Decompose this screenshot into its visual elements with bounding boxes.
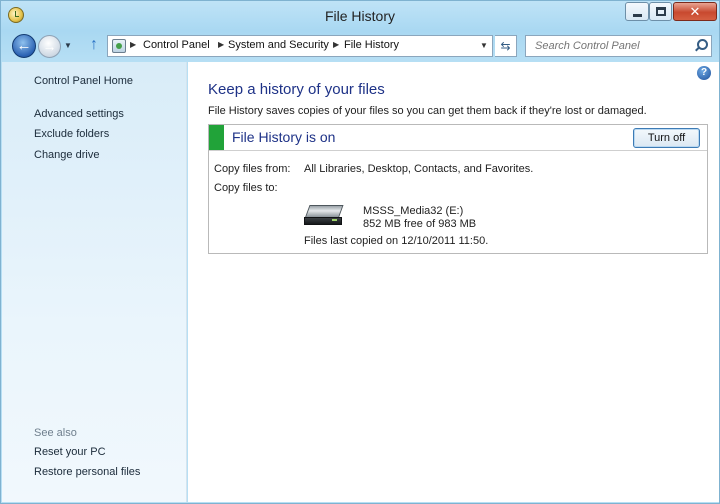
copy-to-label: Copy files to: — [214, 182, 278, 194]
forward-button[interactable]: → — [38, 35, 61, 58]
maximize-icon — [656, 7, 666, 16]
search-icon[interactable] — [692, 38, 708, 54]
search-input[interactable] — [526, 36, 686, 56]
navigation-bar: ← → ▼ ↑ ▶ Control Panel ▶ System and Sec… — [1, 32, 719, 60]
address-bar[interactable]: ▶ Control Panel ▶ System and Security ▶ … — [107, 35, 493, 57]
sidebar-link-restore-files[interactable]: Restore personal files — [34, 466, 140, 478]
page-heading: Keep a history of your files — [208, 81, 385, 98]
drive-name: MSSS_Media32 (E:) — [363, 205, 464, 217]
sidebar-link-exclude-folders[interactable]: Exclude folders — [34, 128, 109, 140]
up-button[interactable]: ↑ — [87, 36, 101, 54]
help-icon[interactable]: ? — [697, 66, 711, 80]
close-button[interactable]: ✕ — [673, 2, 717, 21]
drive-free-space: 852 MB free of 983 MB — [363, 218, 477, 230]
see-also-label: See also — [34, 427, 77, 439]
drive-icon — [304, 205, 344, 227]
close-icon: ✕ — [689, 4, 701, 19]
address-dropdown-icon[interactable]: ▼ — [480, 41, 488, 50]
maximize-button[interactable] — [649, 2, 672, 21]
sidebar-link-reset-pc[interactable]: Reset your PC — [34, 446, 106, 458]
status-indicator — [209, 125, 224, 150]
breadcrumb-file-history[interactable]: File History — [344, 39, 399, 51]
turn-off-button[interactable]: Turn off — [633, 128, 700, 148]
sidebar-link-control-panel-home[interactable]: Control Panel Home — [34, 75, 133, 87]
control-panel-icon — [112, 39, 126, 53]
window-title: File History — [324, 8, 395, 24]
minimize-button[interactable] — [625, 2, 649, 21]
breadcrumb-control-panel[interactable]: Control Panel — [143, 39, 210, 51]
sidebar: Control Panel Home Advanced settings Exc… — [2, 62, 187, 502]
refresh-button[interactable]: ⇆ — [495, 35, 517, 57]
recent-locations-dropdown[interactable]: ▼ — [64, 41, 72, 50]
search-box[interactable] — [525, 35, 712, 57]
sidebar-link-change-drive[interactable]: Change drive — [34, 149, 99, 161]
copy-from-value: All Libraries, Desktop, Contacts, and Fa… — [304, 163, 534, 175]
sidebar-link-advanced-settings[interactable]: Advanced settings — [34, 108, 124, 120]
last-copied-text: Files last copied on 12/10/2011 11:50. — [304, 235, 489, 247]
file-history-status-panel: File History is on Turn off Copy files f… — [208, 124, 708, 254]
status-header: File History is on Turn off — [209, 125, 707, 151]
refresh-icon: ⇆ — [500, 39, 511, 53]
copy-from-label: Copy files from: — [214, 163, 291, 175]
breadcrumb-separator-icon[interactable]: ▶ — [130, 40, 136, 49]
back-button[interactable]: ← — [12, 34, 36, 58]
page-description: File History saves copies of your files … — [208, 105, 647, 117]
main-content: ? Keep a history of your files File Hist… — [188, 62, 719, 502]
minimize-icon — [633, 14, 642, 17]
title-bar[interactable]: File History ✕ — [1, 1, 719, 31]
breadcrumb-separator-icon[interactable]: ▶ — [333, 40, 339, 49]
breadcrumb-system-security[interactable]: System and Security — [228, 39, 329, 51]
status-title: File History is on — [232, 129, 336, 145]
file-history-window: File History ✕ ← → ▼ ↑ ▶ Control Panel ▶… — [0, 0, 720, 504]
breadcrumb-separator-icon[interactable]: ▶ — [218, 40, 224, 49]
